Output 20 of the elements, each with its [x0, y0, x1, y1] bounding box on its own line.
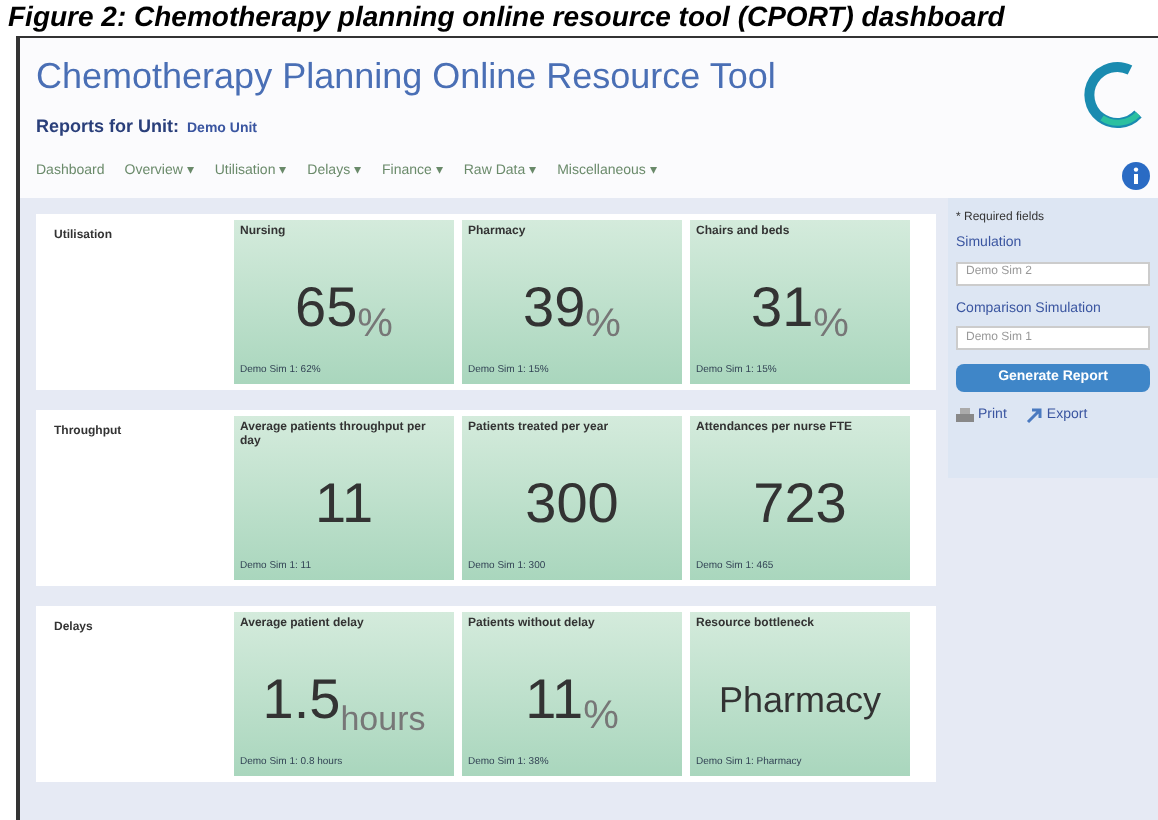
app-title: Chemotherapy Planning Online Resource Tool — [36, 58, 776, 94]
metric-value: 11 — [525, 672, 584, 729]
metric-unit: % — [583, 695, 619, 735]
metric-value: 300 — [525, 476, 619, 533]
export-icon — [1026, 408, 1043, 425]
metric-value: 39 — [523, 280, 586, 337]
metric-unit: % — [585, 303, 621, 343]
metric-value: 723 — [753, 476, 847, 533]
metric-value: 11 — [314, 476, 374, 533]
figure-caption: Figure 2: Chemotherapy planning online resource tool (CPORT) dashboard — [6, 0, 1007, 32]
metric-unit: % — [813, 303, 849, 343]
metric-value: 1.5 — [262, 672, 341, 729]
metric-value: Pharmacy — [718, 682, 882, 719]
reports-label: Reports for Unit: — [36, 114, 179, 140]
printer-icon — [956, 408, 974, 425]
metric-value: 65 — [295, 280, 358, 337]
info-icon[interactable] — [1122, 162, 1150, 190]
metric-value: 31 — [751, 280, 814, 337]
metric-unit: % — [357, 303, 393, 343]
metric-unit: hours — [340, 701, 426, 735]
